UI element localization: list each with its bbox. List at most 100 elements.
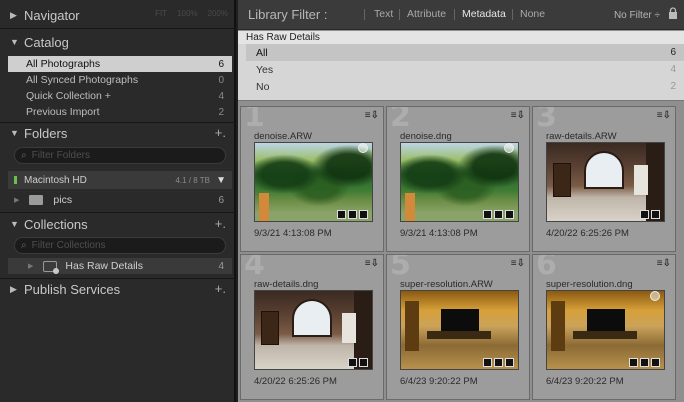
folders-header[interactable]: ▼ Folders +. bbox=[0, 122, 236, 144]
catalog-item-label: Previous Import bbox=[26, 106, 100, 118]
sort-badge-icon: ≡⇩ bbox=[510, 258, 525, 269]
catalog-item-count: 2 bbox=[218, 106, 224, 118]
cell-filename: raw-details.dng bbox=[254, 279, 319, 290]
expand-triangle-icon[interactable]: ▼ bbox=[10, 219, 24, 229]
grid-cell-5[interactable]: 5 ≡⇩ super-resolution.ARW 6/4/23 9:20:22… bbox=[386, 254, 530, 400]
volume-status-led-icon bbox=[14, 176, 17, 184]
quick-collection-circle-icon[interactable] bbox=[650, 291, 660, 301]
sort-badge-icon: ≡⇩ bbox=[364, 110, 379, 121]
navigator-header[interactable]: ▶ Navigator FIT 100% 200% bbox=[0, 4, 236, 26]
smart-collection-icon bbox=[43, 260, 60, 274]
sort-badge-icon: ≡⇩ bbox=[656, 258, 671, 269]
add-folder-plus-icon[interactable]: +. bbox=[215, 125, 226, 140]
zoom-200[interactable]: 200% bbox=[208, 9, 228, 18]
metadata-row-yes[interactable]: Yes 4 bbox=[246, 61, 684, 78]
expand-triangle-icon[interactable]: ▼ bbox=[10, 128, 24, 138]
thumbnail-badges bbox=[640, 210, 660, 219]
metadata-column-header[interactable]: Has Raw Details bbox=[238, 31, 684, 44]
catalog-item-count: 0 bbox=[218, 74, 224, 86]
develop-badge-icon[interactable] bbox=[505, 358, 514, 367]
volume-macintosh-hd[interactable]: Macintosh HD 4.1 / 8 TB ▼ bbox=[8, 171, 232, 189]
left-panel: ▶ Navigator FIT 100% 200% ▼ Catalog All … bbox=[0, 0, 236, 402]
cell-date: 4/20/22 6:25:26 PM bbox=[254, 376, 337, 387]
develop-badge-icon[interactable] bbox=[359, 358, 368, 367]
filter-option-attribute[interactable]: Attribute bbox=[407, 8, 446, 20]
collection-badge-icon[interactable] bbox=[494, 210, 503, 219]
catalog-header[interactable]: ▼ Catalog bbox=[0, 31, 236, 53]
metadata-badge-icon[interactable] bbox=[629, 358, 638, 367]
metadata-badge-icon[interactable] bbox=[483, 358, 492, 367]
catalog-item-all-synced[interactable]: All Synced Photographs 0 bbox=[8, 72, 232, 88]
develop-badge-icon[interactable] bbox=[505, 210, 514, 219]
filter-folders-input[interactable]: ⌕ Filter Folders bbox=[14, 147, 226, 164]
catalog-item-quick-collection[interactable]: Quick Collection + 4 bbox=[8, 88, 232, 104]
add-publish-service-plus-icon[interactable]: +. bbox=[215, 281, 226, 296]
thumbnail-badges bbox=[483, 358, 514, 367]
filter-option-none[interactable]: None bbox=[520, 8, 545, 20]
grid-cell-4[interactable]: 4 ≡⇩ raw-details.dng 4/20/22 6:25:26 PM bbox=[240, 254, 384, 400]
metadata-row-no[interactable]: No 2 bbox=[246, 78, 684, 95]
catalog-item-previous-import[interactable]: Previous Import 2 bbox=[8, 104, 232, 120]
quick-collection-circle-icon[interactable] bbox=[358, 143, 368, 153]
collection-badge-icon[interactable] bbox=[348, 210, 357, 219]
develop-badge-icon[interactable] bbox=[651, 358, 660, 367]
add-collection-plus-icon[interactable]: +. bbox=[215, 216, 226, 231]
collection-badge-icon[interactable] bbox=[494, 358, 503, 367]
metadata-badge-icon[interactable] bbox=[640, 210, 649, 219]
filter-option-metadata[interactable]: Metadata bbox=[462, 8, 506, 20]
cell-date: 9/3/21 4:13:08 PM bbox=[254, 228, 332, 239]
folder-expand-icon[interactable]: ▶ bbox=[14, 196, 19, 204]
volume-capacity: 4.1 / 8 TB bbox=[175, 175, 210, 185]
grid-cell-3[interactable]: 3 ≡⇩ raw-details.ARW 4/20/22 6:25:26 PM bbox=[532, 106, 676, 252]
publish-services-header[interactable]: ▶ Publish Services +. bbox=[0, 278, 236, 300]
metadata-badge-icon[interactable] bbox=[483, 210, 492, 219]
catalog-item-count: 6 bbox=[218, 58, 224, 70]
folders-title: Folders bbox=[24, 125, 68, 141]
volume-name: Macintosh HD bbox=[24, 174, 87, 186]
thumbnail-detail bbox=[405, 193, 415, 221]
grid-cell-6[interactable]: 6 ≡⇩ super-resolution.dng 6/4/23 9:20:22… bbox=[532, 254, 676, 400]
thumbnail-badges bbox=[337, 210, 368, 219]
zoom-fit[interactable]: FIT bbox=[155, 9, 167, 18]
zoom-100[interactable]: 100% bbox=[177, 9, 197, 18]
metadata-row-count: 6 bbox=[670, 47, 676, 58]
develop-badge-icon[interactable] bbox=[651, 210, 660, 219]
collection-expand-icon[interactable]: ▶ bbox=[28, 262, 33, 270]
cell-index: 2 bbox=[390, 106, 411, 134]
collection-item-has-raw-details[interactable]: ▶ Has Raw Details 4 bbox=[8, 258, 232, 274]
collapse-triangle-icon[interactable]: ▶ bbox=[10, 10, 24, 21]
cell-index: 5 bbox=[390, 254, 411, 282]
volume-dropdown-icon[interactable]: ▼ bbox=[216, 175, 226, 186]
grid-cell-1[interactable]: 1 ≡⇩ denoise.ARW 9/3/21 4:13:08 PM bbox=[240, 106, 384, 252]
cell-filename: raw-details.ARW bbox=[546, 131, 617, 142]
metadata-row-count: 4 bbox=[670, 64, 676, 75]
expand-triangle-icon[interactable]: ▼ bbox=[10, 37, 24, 47]
collapse-triangle-icon[interactable]: ▶ bbox=[10, 284, 24, 295]
collection-badge-icon[interactable] bbox=[640, 358, 649, 367]
collection-label: Has Raw Details bbox=[65, 260, 143, 272]
metadata-row-all[interactable]: All 6 bbox=[246, 44, 684, 61]
cell-filename: denoise.ARW bbox=[254, 131, 312, 142]
folder-label: pics bbox=[53, 194, 73, 206]
cell-date: 9/3/21 4:13:08 PM bbox=[400, 228, 478, 239]
divider bbox=[0, 28, 236, 29]
cell-date: 6/4/23 9:20:22 PM bbox=[400, 376, 478, 387]
thumbnail-detail bbox=[587, 309, 625, 331]
develop-badge-icon[interactable] bbox=[359, 210, 368, 219]
sort-badge-icon: ≡⇩ bbox=[364, 258, 379, 269]
cell-index: 1 bbox=[244, 106, 265, 134]
filter-preset-dropdown[interactable]: No Filter ÷ bbox=[614, 10, 660, 21]
filter-option-text[interactable]: Text bbox=[374, 8, 393, 20]
filter-collections-input[interactable]: ⌕ Filter Collections bbox=[14, 237, 226, 254]
quick-collection-circle-icon[interactable] bbox=[504, 143, 514, 153]
metadata-row-label: All bbox=[256, 46, 268, 59]
catalog-item-label: All Photographs bbox=[26, 58, 101, 70]
catalog-item-all-photographs[interactable]: All Photographs 6 bbox=[8, 56, 232, 72]
folder-item-pics[interactable]: ▶ pics 6 bbox=[8, 192, 232, 208]
lock-icon[interactable] bbox=[668, 7, 678, 20]
metadata-row-label: Yes bbox=[256, 63, 274, 76]
metadata-badge-icon[interactable] bbox=[348, 358, 357, 367]
grid-cell-2[interactable]: 2 ≡⇩ denoise.dng 9/3/21 4:13:08 PM bbox=[386, 106, 530, 252]
metadata-badge-icon[interactable] bbox=[337, 210, 346, 219]
collections-header[interactable]: ▼ Collections +. bbox=[0, 213, 236, 235]
